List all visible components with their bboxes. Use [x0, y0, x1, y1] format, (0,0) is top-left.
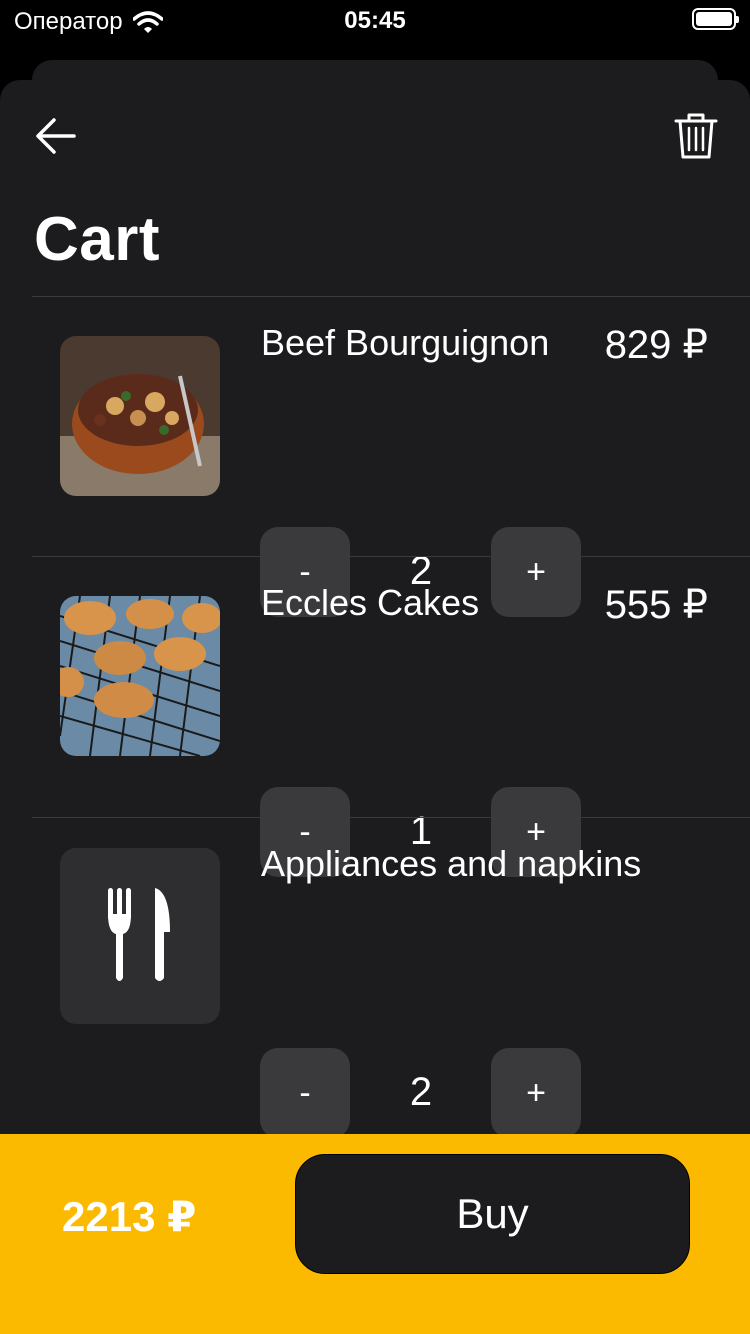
item-price: 829 ₽ — [604, 323, 708, 367]
item-price: 555 ₽ — [604, 583, 708, 627]
food-image-eccles-cakes — [60, 596, 220, 756]
back-button[interactable] — [30, 116, 84, 156]
item-quantity: 2 — [409, 1070, 433, 1114]
food-image-beef-bourguignon — [60, 336, 220, 496]
buy-button[interactable]: Buy — [295, 1154, 690, 1274]
battery-icon — [692, 8, 739, 30]
checkout-footer: 2213 ₽ Buy — [0, 1134, 750, 1334]
cutlery-thumbnail — [60, 848, 220, 1024]
cart-item-appliances-napkins: Appliances and napkins - 2 + — [0, 817, 750, 1138]
fork-knife-icon — [108, 888, 170, 981]
item-name: Beef Bourguignon — [261, 322, 550, 363]
page-title: Cart — [34, 205, 161, 274]
item-name: Appliances and napkins — [261, 843, 642, 884]
cart-item-beef-bourguignon: Beef Bourguignon 829 ₽ - 2 + — [0, 296, 750, 617]
item-name: Eccles Cakes — [261, 582, 480, 623]
arrow-left-icon — [36, 118, 76, 154]
status-bar: Оператор 05:45 — [0, 0, 750, 44]
trash-icon — [674, 113, 718, 159]
cart-total: 2213 ₽ — [62, 1193, 197, 1240]
status-time: 05:45 — [344, 7, 406, 34]
clear-cart-button[interactable] — [672, 110, 720, 162]
decrease-quantity-button[interactable]: - — [260, 1048, 350, 1138]
increase-quantity-button[interactable]: + — [491, 1048, 581, 1138]
cart-item-eccles-cakes: Eccles Cakes 555 ₽ - 1 + — [0, 556, 750, 877]
